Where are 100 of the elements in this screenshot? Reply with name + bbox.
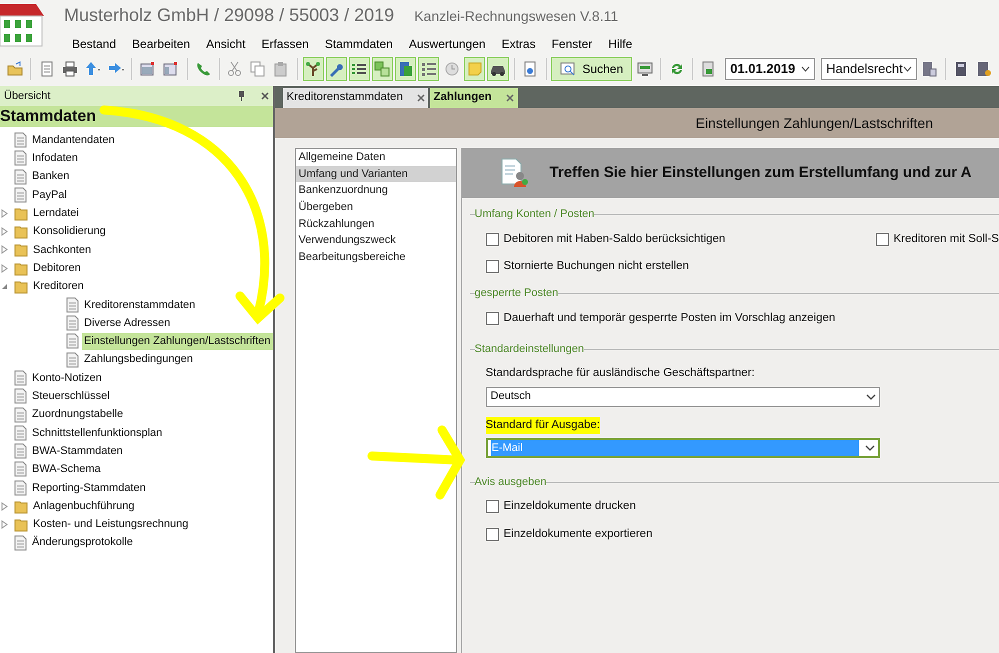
menu-item[interactable]: Ansicht bbox=[198, 35, 254, 53]
folder-icon bbox=[14, 279, 28, 294]
folder-icon[interactable] bbox=[6, 61, 23, 77]
window-title: Musterholz GmbH / 29098 / 55003 / 2019 bbox=[64, 4, 394, 26]
dropdown[interactable]: Deutsch bbox=[486, 386, 880, 406]
expander-icon[interactable] bbox=[1, 245, 8, 254]
tree-item[interactable]: Kosten- und Leistungsrechnung bbox=[31, 516, 190, 533]
monitor-icon[interactable] bbox=[636, 61, 653, 77]
nav-item[interactable]: Bearbeitungsbereiche bbox=[296, 249, 456, 266]
checkbox[interactable] bbox=[486, 528, 499, 541]
tab[interactable]: Zahlungen bbox=[430, 88, 518, 108]
tree-item[interactable]: Anlagenbuchführung bbox=[31, 498, 137, 514]
tree-item[interactable]: Schnittstellenfunktionsplan bbox=[30, 424, 164, 442]
tab-label[interactable]: Kreditorenstammdaten bbox=[286, 89, 403, 107]
folder-icon bbox=[14, 224, 28, 240]
search-icon bbox=[560, 61, 576, 77]
panel-heading: Treffen Sie hier Einstellungen zum Erstellumfang und zur A bbox=[550, 162, 972, 183]
menu-item[interactable]: Erfassen bbox=[253, 35, 317, 53]
folder-icon bbox=[14, 498, 28, 514]
tree-item[interactable]: Banken bbox=[30, 168, 72, 185]
printer-icon[interactable] bbox=[62, 61, 78, 77]
tree-item[interactable]: Steuerschlüssel bbox=[30, 388, 112, 405]
app-subtitle: Kanzlei-Rechnungswesen V.8.11 bbox=[414, 7, 618, 26]
menu-item[interactable]: Extras bbox=[494, 35, 544, 53]
list-icon[interactable] bbox=[351, 61, 368, 77]
search-button[interactable]: Suchen bbox=[551, 57, 632, 81]
group-title: gesperrte Posten bbox=[474, 286, 558, 301]
tree-item[interactable]: Diverse Adressen bbox=[82, 314, 172, 332]
menu-item[interactable]: Bestand bbox=[64, 35, 124, 53]
tree-item[interactable]: Reporting-Stammdaten bbox=[30, 480, 148, 496]
checkbox-label: Einzeldokumente drucken bbox=[504, 499, 636, 514]
tree-item[interactable]: Mandantendaten bbox=[30, 132, 117, 148]
window-icon[interactable] bbox=[140, 61, 156, 77]
checklist-icon[interactable] bbox=[420, 61, 437, 77]
close-icon[interactable] bbox=[416, 94, 425, 102]
field-label: Standardsprache für ausländische Geschäftspartner: bbox=[486, 366, 755, 382]
expander-icon[interactable] bbox=[1, 264, 8, 273]
tree-item[interactable]: Sachkonten bbox=[31, 242, 94, 258]
nav-item[interactable]: Bankenzuordnung bbox=[296, 182, 456, 200]
tree-item[interactable]: Zahlungsbedingungen bbox=[82, 351, 195, 368]
expander-icon[interactable] bbox=[1, 520, 8, 529]
checkbox[interactable] bbox=[486, 312, 499, 325]
nav-item[interactable]: Rückzahlungen bbox=[296, 216, 456, 232]
tree-item[interactable]: Infodaten bbox=[30, 150, 80, 167]
clipboard-icon[interactable] bbox=[273, 61, 290, 77]
folder-icon bbox=[14, 206, 28, 221]
window-icon[interactable] bbox=[162, 61, 179, 77]
caret-icon bbox=[864, 444, 875, 451]
checkbox[interactable] bbox=[486, 500, 499, 514]
menu-item[interactable]: Stammdaten bbox=[316, 35, 401, 53]
tree-item[interactable]: Kreditoren bbox=[31, 278, 86, 295]
tree-item[interactable]: Konto-Notizen bbox=[30, 370, 104, 386]
copy-icon[interactable] bbox=[250, 61, 266, 77]
folder-icon bbox=[14, 516, 28, 532]
tab-label[interactable]: Zahlungen bbox=[434, 89, 492, 107]
tree-icon[interactable] bbox=[305, 61, 322, 77]
checkbox[interactable] bbox=[486, 232, 499, 246]
caret-icon bbox=[866, 394, 876, 400]
nav-item[interactable]: Allgemeine Daten bbox=[296, 149, 456, 166]
tree-item[interactable]: Konsolidierung bbox=[31, 223, 108, 240]
nav-item[interactable]: Verwendungszweck bbox=[296, 232, 456, 250]
group-title: Umfang Konten / Posten bbox=[474, 207, 594, 222]
tree-item[interactable]: PayPal bbox=[30, 186, 69, 204]
up-arrow-icon[interactable] bbox=[84, 61, 101, 77]
checkbox[interactable] bbox=[876, 232, 889, 246]
expander-icon[interactable] bbox=[1, 208, 8, 218]
tree-item[interactable]: Debitoren bbox=[31, 260, 83, 276]
checkbox-label: Stornierte Buchungen nicht erstellen bbox=[504, 258, 689, 274]
group-title: Avis ausgeben bbox=[474, 474, 546, 490]
menu-item[interactable]: Auswertungen bbox=[400, 35, 494, 53]
checkbox[interactable] bbox=[486, 260, 499, 273]
expander-icon[interactable] bbox=[1, 283, 8, 290]
checkbox-label: Debitoren mit Haben-Saldo berücksichtigen bbox=[504, 232, 726, 246]
tree-item[interactable]: Kreditorenstammdaten bbox=[82, 296, 198, 314]
group-title: Standardeinstellungen bbox=[474, 342, 584, 357]
close-icon[interactable] bbox=[506, 94, 514, 102]
nav-item[interactable]: Übergeben bbox=[296, 199, 456, 216]
menu-item[interactable]: Bearbeiten bbox=[124, 35, 198, 53]
clock-icon[interactable] bbox=[444, 61, 460, 77]
field-label: Standard für Ausgabe: bbox=[486, 416, 600, 434]
grid-icon[interactable] bbox=[374, 61, 390, 77]
expander-icon[interactable] bbox=[1, 502, 8, 511]
menu-item[interactable]: Fenster bbox=[544, 35, 600, 53]
menu-item[interactable]: Hilfe bbox=[600, 35, 640, 53]
tab[interactable]: Kreditorenstammdaten bbox=[282, 88, 428, 108]
expander-icon[interactable] bbox=[1, 227, 8, 236]
phone-icon[interactable] bbox=[194, 61, 211, 77]
nav-item[interactable]: Umfang und Varianten bbox=[296, 166, 456, 182]
tree-item[interactable]: Änderungsprotokolle bbox=[30, 534, 135, 551]
tree-item[interactable]: Einstellungen Zahlungen/Lastschriften bbox=[82, 333, 273, 350]
dropdown[interactable]: 01.01.2019 bbox=[725, 58, 816, 80]
tree-item[interactable]: BWA-Stammdaten bbox=[30, 442, 125, 460]
folder-icon bbox=[14, 242, 28, 258]
close-icon[interactable] bbox=[260, 92, 269, 100]
tree-item[interactable]: Zuordnungstabelle bbox=[30, 406, 126, 423]
dropdown[interactable]: Handelsrecht bbox=[821, 58, 917, 80]
tree-item[interactable]: Lerndatei bbox=[31, 205, 81, 222]
tree-item[interactable]: BWA-Schema bbox=[30, 461, 103, 478]
pin-icon[interactable] bbox=[238, 91, 245, 101]
scissors-icon[interactable] bbox=[226, 61, 243, 77]
